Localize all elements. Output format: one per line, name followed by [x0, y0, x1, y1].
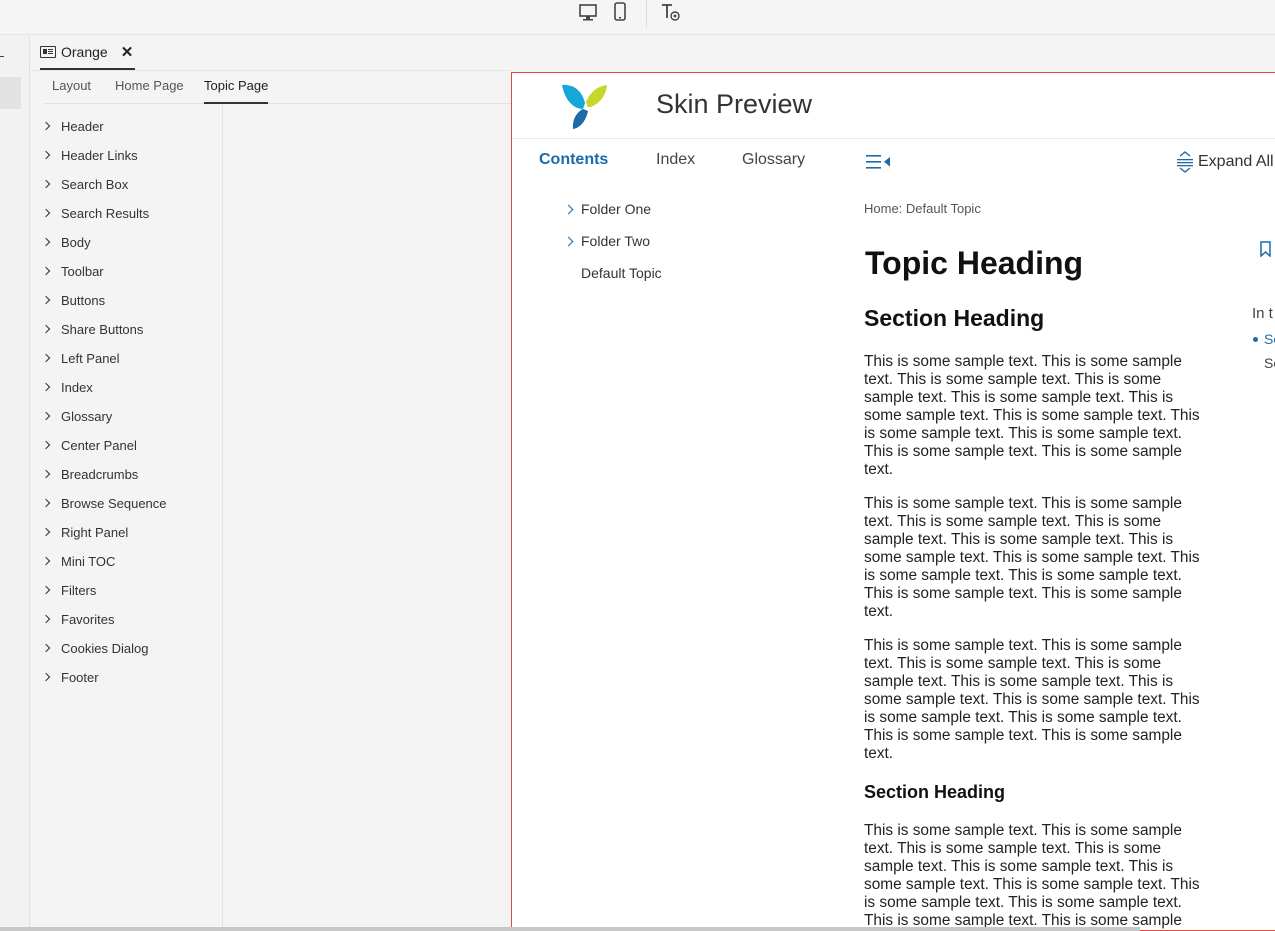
- collapse-menu-icon[interactable]: [865, 153, 891, 171]
- tree-item-footer[interactable]: Footer: [41, 667, 99, 687]
- rail-marker: [0, 56, 4, 57]
- chevron-right-icon: [41, 237, 51, 247]
- chevron-right-icon: [41, 353, 51, 363]
- sample-paragraph-3: This is some sample text. This is some s…: [864, 637, 1200, 762]
- tree-item-header-links[interactable]: Header Links: [41, 145, 138, 165]
- preview-nav: Contents Index Glossary Expand All: [512, 139, 1275, 183]
- tab-topic-page[interactable]: Topic Page: [204, 71, 269, 104]
- rail-selected-item[interactable]: [0, 77, 21, 109]
- mobile-icon[interactable]: [609, 1, 631, 23]
- expand-all-button[interactable]: Expand All: [1176, 151, 1274, 173]
- tree-item-header[interactable]: Header: [41, 116, 104, 136]
- section-heading-1: Section Heading: [864, 305, 1045, 331]
- chevron-right-icon: [41, 643, 51, 653]
- chevron-right-icon: [41, 527, 51, 537]
- tree-item-toolbar[interactable]: Toolbar: [41, 261, 104, 281]
- preview-title: Skin Preview: [656, 89, 813, 119]
- tree-item-index[interactable]: Index: [41, 377, 93, 397]
- skin-page-tabs: Layout Home Page Topic Page: [43, 71, 511, 104]
- left-rail: [0, 36, 30, 931]
- top-toolbar: [0, 0, 1275, 35]
- chevron-right-icon: [41, 295, 51, 305]
- close-icon[interactable]: ✕: [121, 43, 134, 61]
- chevron-right-icon: [41, 382, 51, 392]
- chevron-right-icon: [41, 585, 51, 595]
- chevron-right-icon: [41, 469, 51, 479]
- tree-item-mini-toc[interactable]: Mini TOC: [41, 551, 115, 571]
- tab-home-page[interactable]: Home Page: [115, 71, 184, 104]
- chevron-right-icon: [41, 324, 51, 334]
- chevron-right-icon: [41, 498, 51, 508]
- tree-item-left-panel[interactable]: Left Panel: [41, 348, 120, 368]
- toc-default-topic[interactable]: Default Topic: [581, 265, 662, 281]
- tree-item-browse-sequence[interactable]: Browse Sequence: [41, 493, 167, 513]
- chevron-right-icon: [41, 208, 51, 218]
- nav-tab-contents[interactable]: Contents: [539, 151, 608, 169]
- sample-paragraph-1: This is some sample text. This is some s…: [864, 353, 1200, 478]
- topic-heading: Topic Heading: [865, 245, 1084, 281]
- tree-item-filters[interactable]: Filters: [41, 580, 96, 600]
- style-tree: Header Header Links Search Box Search Re…: [31, 105, 223, 931]
- document-tab-label: Orange: [61, 44, 108, 60]
- chevron-right-icon: [41, 179, 51, 189]
- sample-paragraph-2: This is some sample text. This is some s…: [864, 495, 1200, 620]
- tree-item-body[interactable]: Body: [41, 232, 91, 252]
- chevron-right-icon: [41, 150, 51, 160]
- tree-item-right-panel[interactable]: Right Panel: [41, 522, 128, 542]
- chevron-right-icon: [41, 411, 51, 421]
- tree-item-buttons[interactable]: Buttons: [41, 290, 105, 310]
- desktop-icon[interactable]: [577, 1, 599, 23]
- expand-icon: [1177, 151, 1193, 173]
- preview-header: Skin Preview: [512, 73, 1275, 139]
- section-heading-2: Section Heading: [864, 782, 1006, 802]
- bookmark-icon[interactable]: [1260, 241, 1271, 257]
- chevron-right-icon: [41, 266, 51, 276]
- tree-item-share-buttons[interactable]: Share Buttons: [41, 319, 143, 339]
- sample-paragraph-4: This is some sample text. This is some s…: [864, 822, 1200, 929]
- butterfly-logo-icon: [562, 84, 607, 129]
- chevron-right-icon: [41, 672, 51, 682]
- chevron-right-icon: [563, 236, 574, 246]
- nav-tab-glossary[interactable]: Glossary: [742, 151, 805, 169]
- toc-folder-two[interactable]: Folder Two: [563, 233, 650, 249]
- tree-item-cookies-dialog[interactable]: Cookies Dialog: [41, 638, 148, 658]
- skin-document-icon: [40, 46, 56, 58]
- mini-toc-label: In t: [1252, 305, 1273, 322]
- expand-all-label: Expand All: [1198, 153, 1274, 170]
- tree-item-favorites[interactable]: Favorites: [41, 609, 114, 629]
- mini-toc-bullet: [1253, 337, 1258, 342]
- chevron-right-icon: [41, 121, 51, 131]
- tree-item-breadcrumbs[interactable]: Breadcrumbs: [41, 464, 138, 484]
- horizontal-scrollbar[interactable]: [0, 927, 1140, 931]
- mini-toc-item-2[interactable]: Se: [1264, 355, 1275, 371]
- skin-preview-pane: Skin Preview Contents Index Glossary Exp…: [511, 72, 1275, 931]
- chevron-right-icon: [41, 556, 51, 566]
- chevron-right-icon: [41, 440, 51, 450]
- document-tab-orange[interactable]: Orange ✕: [40, 36, 135, 70]
- tree-item-search-box[interactable]: Search Box: [41, 174, 128, 194]
- breadcrumb[interactable]: Home: Default Topic: [864, 201, 981, 216]
- toolbar-separator: [646, 0, 647, 28]
- chevron-right-icon: [563, 204, 574, 214]
- tree-item-search-results[interactable]: Search Results: [41, 203, 149, 223]
- chevron-right-icon: [41, 614, 51, 624]
- tree-item-glossary[interactable]: Glossary: [41, 406, 112, 426]
- text-settings-icon[interactable]: [660, 1, 682, 23]
- toc-folder-one[interactable]: Folder One: [563, 201, 651, 217]
- tree-item-center-panel[interactable]: Center Panel: [41, 435, 137, 455]
- nav-tab-index[interactable]: Index: [656, 151, 695, 169]
- mini-toc-item-1[interactable]: Se: [1264, 331, 1275, 347]
- tab-layout[interactable]: Layout: [52, 71, 91, 104]
